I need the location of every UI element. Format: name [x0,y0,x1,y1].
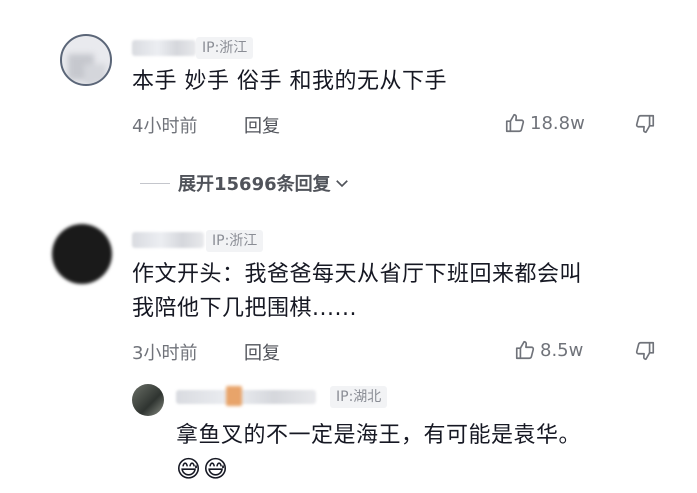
dislike-button[interactable] [634,340,656,362]
reply-button[interactable]: 回复 [244,339,280,365]
comment-text-line-2: 我陪他下几把围棋...... [132,296,357,321]
chevron-down-icon [333,174,351,192]
reply-text: 拿鱼叉的不一定是海王，有可能是袁华。 [176,423,582,448]
timestamp: 4小时前 [132,116,198,137]
ip-location: IP:湖北 [330,386,388,408]
avatar[interactable] [60,34,112,86]
thumbs-down-icon [634,340,656,362]
username[interactable] [176,390,316,404]
thumbs-up-icon [514,339,536,361]
comment-text-line-1: 作文开头：我爸爸每天从省厅下班回来都会叫 [132,262,583,287]
user-badge [226,386,242,406]
divider-line [140,182,170,184]
avatar[interactable] [132,384,164,416]
reply-button[interactable]: 回复 [244,112,280,138]
comment-text: 本手 妙手 俗手 和我的无从下手 [132,69,447,94]
expand-replies-label: 展开15696条回复 [178,174,331,195]
emoji-row: 😅 😅 [176,454,228,484]
thumbs-up-icon [504,112,526,134]
timestamp: 3小时前 [132,343,198,364]
like-button[interactable]: 18.8w [504,112,585,134]
sweat-smile-emoji: 😅 [176,455,202,483]
ip-location: IP:浙江 [206,230,264,252]
avatar[interactable] [52,224,112,284]
username[interactable] [132,40,196,56]
like-count: 18.8w [530,112,585,134]
expand-replies[interactable]: 展开15696条回复 [140,170,351,196]
like-button[interactable]: 8.5w [514,339,583,361]
dislike-button[interactable] [634,113,656,135]
username[interactable] [132,232,204,248]
like-count: 8.5w [540,339,584,361]
ip-location: IP:浙江 [196,37,254,59]
sweat-smile-emoji: 😅 [203,455,229,483]
thumbs-down-icon [634,113,656,135]
